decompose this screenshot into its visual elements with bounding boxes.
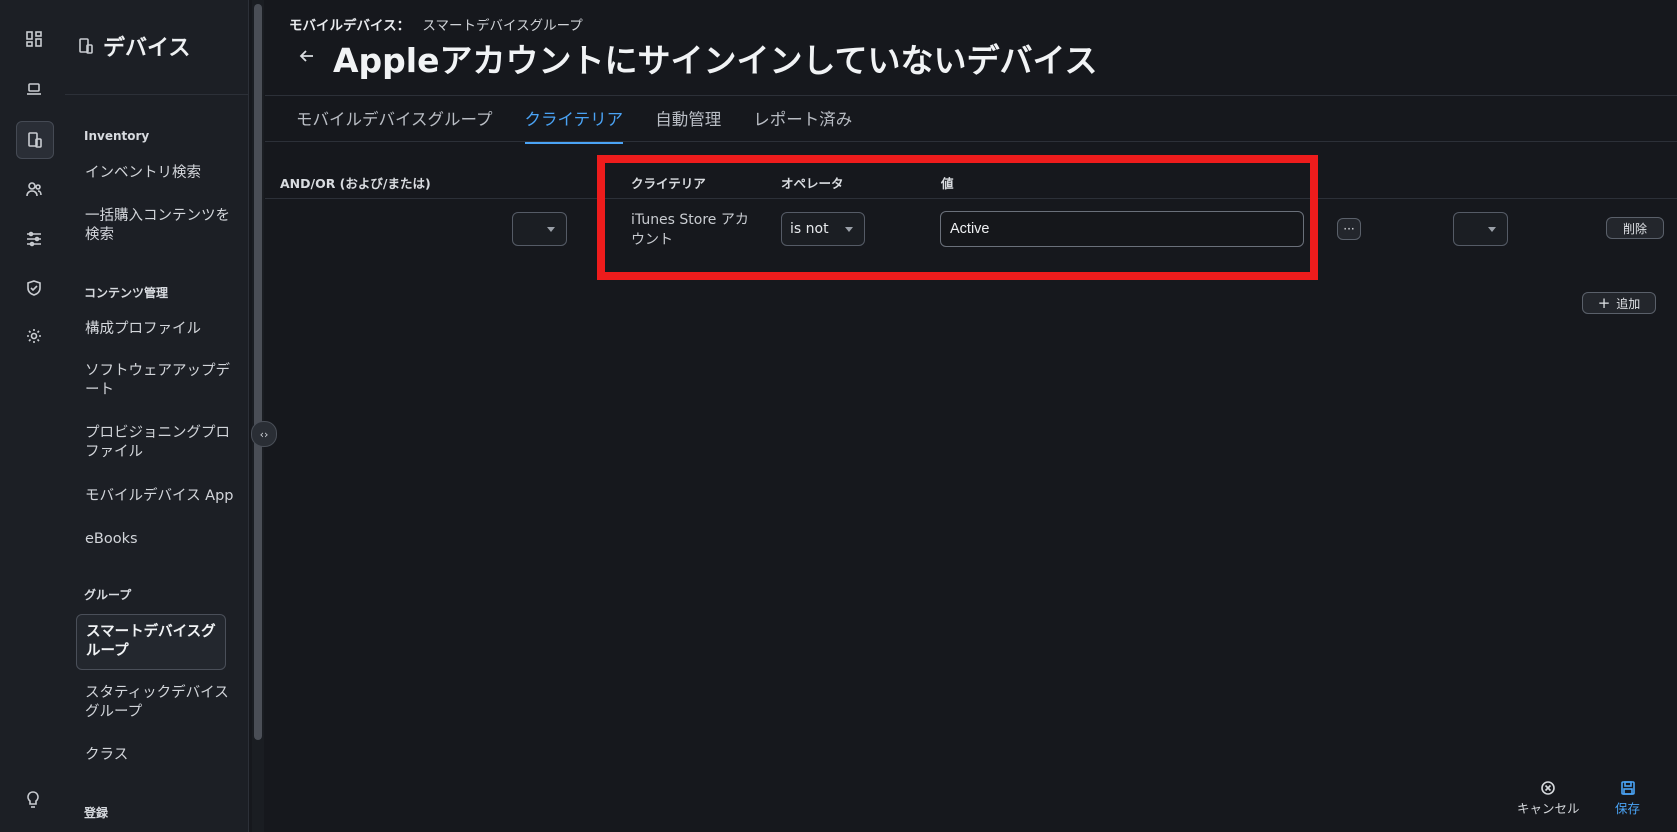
closing-paren-select[interactable] [1453, 212, 1508, 246]
save-label: 保存 [1615, 801, 1641, 816]
page-title: Appleアカウントにサインインしていないデバイス [333, 41, 1098, 80]
add-criteria-button[interactable]: + 追加 [1582, 292, 1656, 314]
collapse-sidebar-button[interactable]: ‹› [251, 421, 277, 447]
tab-bar: モバイルデバイスグループ クライテリア 自動管理 レポート済み [296, 106, 852, 144]
dashboard-icon[interactable] [16, 21, 52, 57]
breadcrumb: モバイルデバイス： スマートデバイスグループ [289, 14, 583, 34]
sidebar-item-smart-device-groups[interactable]: スマートデバイスグループ [76, 614, 226, 670]
sidebar-section-inventory: Inventory [84, 129, 150, 143]
sidebar-section-content: コンテンツ管理 [84, 286, 169, 300]
delete-button[interactable]: 削除 [1606, 217, 1664, 239]
sidebar: デバイス Inventory インベントリ検索 一括購入コンテンツを検索 コンテ… [65, 0, 249, 832]
cancel-button[interactable]: キャンセル [1517, 780, 1580, 817]
divider [265, 95, 1677, 96]
chevron-down-icon [1488, 227, 1496, 232]
sidebar-item-vpp-search[interactable]: 一括購入コンテンツを検索 [85, 207, 235, 245]
lightbulb-icon[interactable] [24, 790, 44, 810]
sidebar-item-software-updates[interactable]: ソフトウェアアップデート [85, 362, 235, 400]
tab-auto-management[interactable]: 自動管理 [655, 106, 721, 144]
sidebar-header: デバイス [77, 30, 190, 62]
tab-criteria[interactable]: クライテリア [524, 106, 624, 144]
ellipsis-icon: ··· [1343, 222, 1355, 236]
sliders-icon[interactable] [16, 221, 52, 257]
save-button[interactable]: 保存 [1615, 780, 1640, 817]
mobile-devices-icon [79, 38, 93, 54]
andor-select[interactable] [512, 212, 567, 246]
sidebar-item-ebooks[interactable]: eBooks [85, 530, 235, 549]
chevron-down-icon [547, 227, 555, 232]
sidebar-item-classes[interactable]: クラス [85, 746, 235, 765]
add-label: 追加 [1616, 296, 1641, 311]
breadcrumb-current: スマートデバイスグループ [422, 18, 583, 34]
code-brackets-icon: ‹› [259, 427, 269, 441]
divider [65, 94, 248, 95]
tab-reports[interactable]: レポート済み [753, 106, 852, 144]
sidebar-title: デバイス [103, 36, 191, 61]
sidebar-item-provisioning-profiles[interactable]: プロビジョニングプロファイル [85, 424, 235, 462]
divider [265, 141, 1677, 142]
sidebar-item-config-profiles[interactable]: 構成プロファイル [85, 320, 235, 339]
highlight-box [597, 155, 1318, 280]
gear-icon[interactable] [16, 318, 52, 354]
breadcrumb-parent[interactable]: モバイルデバイス： [289, 18, 410, 34]
shield-check-icon[interactable] [16, 270, 52, 306]
column-header-andor: AND/OR (および/または) [280, 176, 431, 191]
app-rail [0, 0, 66, 832]
sidebar-section-enrollment: 登録 [84, 806, 109, 820]
mobile-devices-icon[interactable] [16, 121, 54, 159]
sidebar-item-inventory-search[interactable]: インベントリ検索 [85, 164, 235, 183]
back-arrow-icon[interactable] [297, 46, 317, 66]
save-icon [1620, 781, 1635, 795]
users-icon[interactable] [16, 171, 52, 207]
more-options-button[interactable]: ··· [1337, 218, 1361, 240]
delete-label: 削除 [1622, 221, 1647, 236]
sidebar-section-groups: グループ [84, 588, 132, 602]
tab-mobile-device-group[interactable]: モバイルデバイスグループ [296, 106, 493, 144]
sidebar-item-static-device-groups[interactable]: スタティックデバイスグループ [85, 684, 235, 722]
sidebar-item-mobile-apps[interactable]: モバイルデバイス App [85, 487, 235, 506]
cancel-label: キャンセル [1517, 801, 1580, 816]
laptop-icon[interactable] [16, 71, 52, 107]
sidebar-scrollbar[interactable] [252, 0, 264, 832]
scroll-thumb[interactable] [254, 4, 262, 740]
cancel-circle-icon [1541, 781, 1556, 795]
plus-icon: + [1597, 294, 1611, 312]
